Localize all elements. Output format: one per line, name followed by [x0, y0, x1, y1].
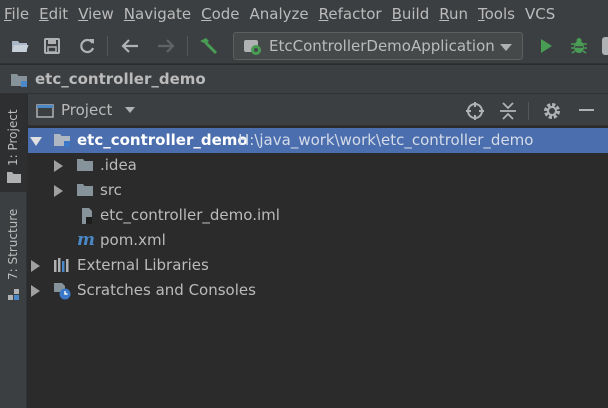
debug-icon[interactable]	[569, 36, 589, 56]
menu-refactor[interactable]: Refactor	[319, 5, 382, 23]
scratches-icon	[53, 282, 71, 300]
expand-arrow-icon[interactable]	[30, 137, 42, 146]
panel-title[interactable]: Project	[61, 101, 112, 119]
run-icon[interactable]	[536, 36, 556, 56]
run-configuration-label: EtcControllerDemoApplication	[269, 37, 495, 55]
tree-row-iml[interactable]: etc_controller_demo.iml	[28, 203, 608, 228]
menu-vcs[interactable]: VCS	[525, 5, 555, 23]
expand-arrow-icon[interactable]	[54, 185, 63, 197]
tree-root-name: etc_controller_demo	[77, 131, 248, 149]
tree-row-external-libraries[interactable]: External Libraries	[28, 253, 608, 278]
collapse-all-icon[interactable]	[499, 101, 517, 125]
tree-item-pom: pom.xml	[100, 231, 166, 249]
toolbar-separator	[107, 36, 108, 56]
menu-code[interactable]: Code	[201, 5, 239, 23]
menu-bar: File Edit View Navigate Code Analyze Ref…	[0, 0, 608, 28]
folder-icon	[6, 169, 22, 188]
tab-project[interactable]: 1: Project	[0, 94, 27, 192]
menu-view[interactable]: View	[78, 5, 114, 23]
module-folder-icon	[10, 72, 28, 92]
tree-row-scratches[interactable]: Scratches and Consoles	[28, 278, 608, 303]
tree-item-idea: .idea	[100, 156, 137, 174]
spring-boot-icon	[243, 38, 263, 60]
navigation-bar: etc_controller_demo	[0, 65, 608, 94]
toolbar-separator	[187, 36, 188, 56]
menu-edit[interactable]: Edit	[39, 5, 68, 23]
module-folder-icon	[53, 132, 71, 148]
tree-item-scratches: Scratches and Consoles	[77, 281, 256, 299]
folder-icon	[76, 182, 94, 198]
main-toolbar: EtcControllerDemoApplication	[0, 28, 608, 64]
expand-arrow-icon[interactable]	[54, 160, 63, 172]
tree-row-idea[interactable]: .idea	[28, 153, 608, 178]
folder-icon	[76, 157, 94, 173]
tab-structure-label: 7: Structure	[6, 208, 20, 280]
tree-row-pom[interactable]: m pom.xml	[28, 228, 608, 253]
structure-icon	[7, 287, 21, 306]
panel-dropdown-chevron-icon[interactable]	[125, 107, 135, 113]
minimize-icon[interactable]	[579, 109, 594, 111]
tree-row-src[interactable]: src	[28, 178, 608, 203]
menu-run[interactable]: Run	[439, 5, 468, 23]
tree-item-iml: etc_controller_demo.iml	[100, 206, 280, 224]
menu-file[interactable]: File	[4, 5, 29, 23]
menu-analyze[interactable]: Analyze	[250, 5, 309, 23]
menu-tools[interactable]: Tools	[478, 5, 515, 23]
build-hammer-icon[interactable]	[198, 36, 218, 56]
tab-structure[interactable]: 7: Structure	[0, 202, 27, 302]
tree-item-src: src	[100, 181, 122, 199]
menu-navigate[interactable]: Navigate	[124, 5, 191, 23]
libraries-icon	[53, 257, 71, 273]
chevron-down-icon	[500, 44, 512, 51]
maven-icon: m	[77, 230, 95, 250]
back-arrow-icon[interactable]	[120, 36, 140, 56]
tree-root-path: H:\java_work\work\etc_controller_demo	[238, 131, 534, 149]
breadcrumb-project[interactable]: etc_controller_demo	[35, 70, 206, 88]
locate-target-icon[interactable]	[465, 101, 485, 125]
tree-row-root[interactable]: etc_controller_demo H:\java_work\work\et…	[28, 128, 608, 153]
overflow-edge-icon	[602, 37, 608, 55]
run-configuration-dropdown[interactable]: EtcControllerDemoApplication	[233, 32, 523, 60]
tab-project-label: 1: Project	[6, 109, 20, 166]
iml-file-icon	[80, 207, 98, 224]
open-folder-icon[interactable]	[10, 36, 30, 56]
forward-arrow-icon[interactable]	[156, 36, 176, 56]
project-view-icon	[36, 103, 54, 122]
left-tool-strip: 1: Project 7: Structure	[0, 94, 27, 408]
gear-icon[interactable]	[542, 101, 562, 125]
tree-item-external-libraries: External Libraries	[77, 256, 209, 274]
project-panel-header: Project	[28, 94, 608, 126]
save-icon[interactable]	[42, 36, 62, 56]
menu-build[interactable]: Build	[392, 5, 430, 23]
expand-arrow-icon[interactable]	[31, 285, 40, 297]
project-tree: etc_controller_demo H:\java_work\work\et…	[28, 127, 608, 408]
sync-icon[interactable]	[77, 36, 97, 56]
header-separator	[528, 102, 529, 120]
expand-arrow-icon[interactable]	[31, 260, 40, 272]
